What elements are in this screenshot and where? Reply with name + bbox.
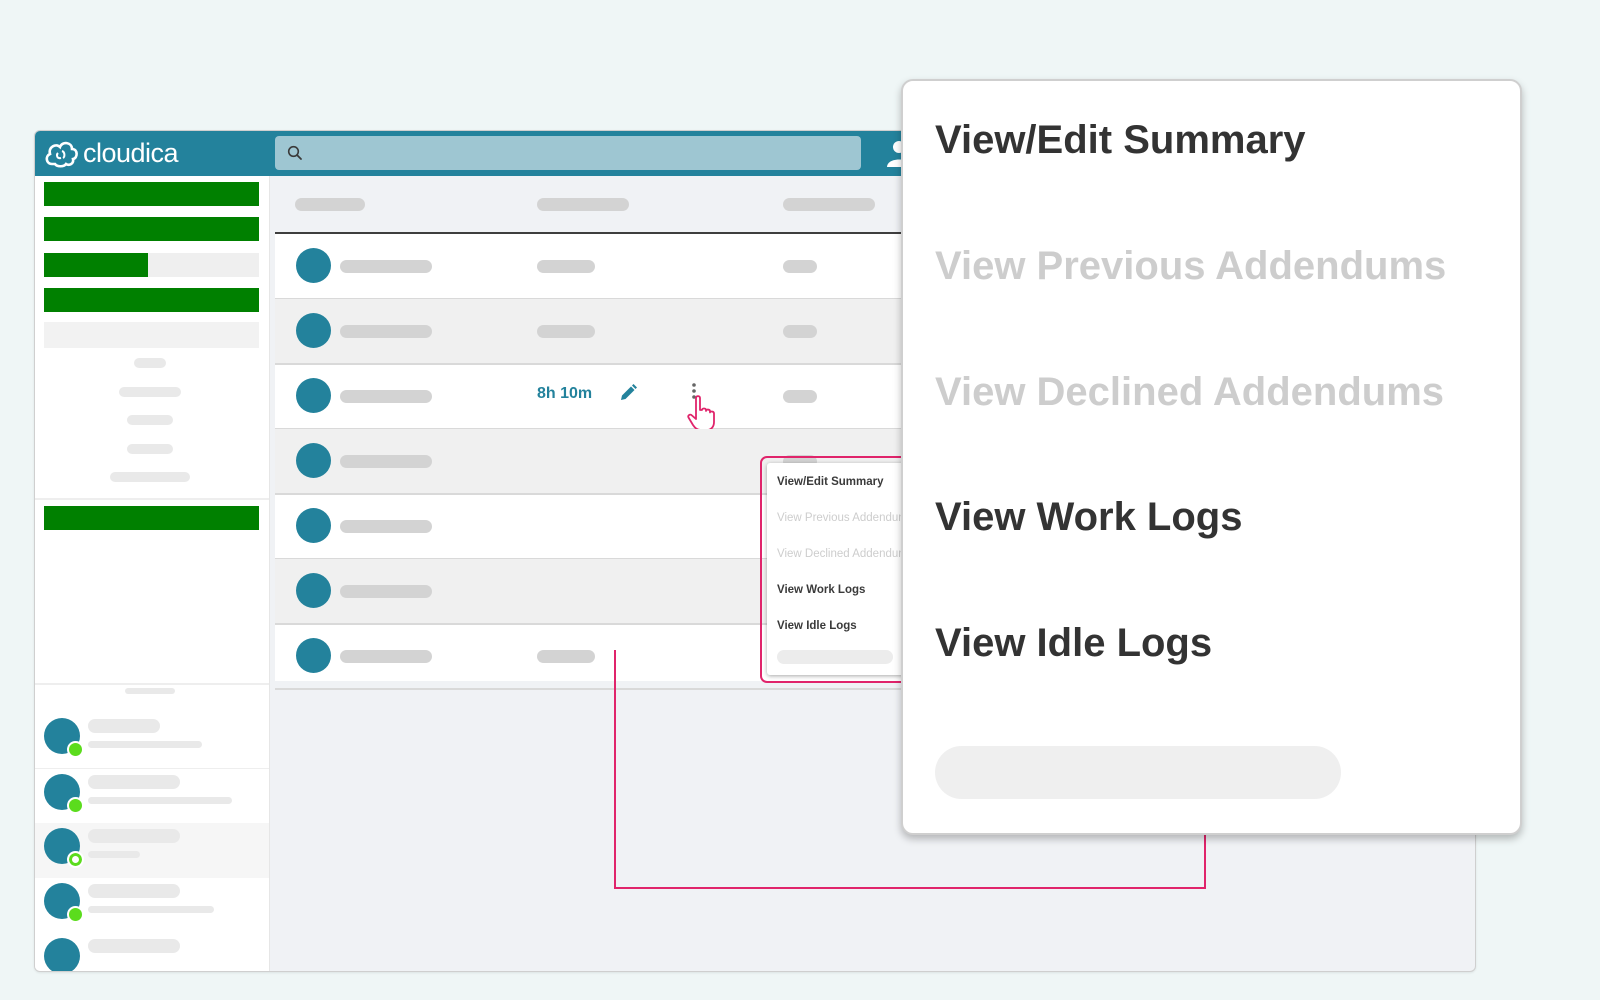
contact-name <box>88 884 180 898</box>
table-row[interactable] <box>275 234 905 300</box>
contact-status <box>88 906 214 913</box>
column-header[interactable] <box>783 198 875 211</box>
zoomed-actions-menu: View/Edit Summary View Previous Addendum… <box>901 79 1522 835</box>
contact-item[interactable] <box>35 878 269 933</box>
contact-item[interactable] <box>35 713 269 768</box>
zoom-item-view-previous-addendums: View Previous Addendums <box>935 244 1447 288</box>
search-icon <box>287 145 302 160</box>
sidebar-link[interactable] <box>127 444 173 454</box>
menu-item-view-declined-addendums: View Declined Addendums <box>777 548 914 560</box>
zoom-item-view-declined-addendums: View Declined Addendums <box>935 370 1445 414</box>
contact-item[interactable] <box>35 768 269 824</box>
cell-time <box>537 260 595 273</box>
cell-value <box>783 390 817 403</box>
avatar <box>296 638 331 673</box>
contact-status <box>88 741 202 748</box>
cell-value <box>783 260 817 273</box>
edit-icon[interactable] <box>618 383 638 403</box>
sidebar-item[interactable] <box>44 182 259 206</box>
cell-name <box>340 520 432 533</box>
sidebar <box>35 176 270 971</box>
cell-name <box>340 260 432 273</box>
cell-time <box>537 325 595 338</box>
cell-value <box>783 325 817 338</box>
connector-line <box>614 650 616 889</box>
contact-status <box>88 797 232 804</box>
sidebar-item[interactable] <box>44 322 259 348</box>
time-value: 8h 10m <box>537 385 593 402</box>
menu-item-view-edit-summary[interactable]: View/Edit Summary <box>777 476 884 488</box>
connector-line <box>614 887 1206 889</box>
menu-item-view-previous-addendums: View Previous Addendums <box>777 512 914 524</box>
avatar <box>296 573 331 608</box>
avatar <box>296 248 331 283</box>
sidebar-item[interactable] <box>44 217 259 241</box>
status-dot-icon <box>67 851 84 868</box>
sidebar-progress-fill <box>44 253 148 277</box>
column-header[interactable] <box>537 198 629 211</box>
table-header <box>275 176 905 234</box>
avatar <box>296 443 331 478</box>
cell-time <box>537 650 595 663</box>
zoom-item-placeholder <box>935 746 1341 799</box>
contact-name <box>88 775 180 789</box>
contact-name <box>88 939 180 953</box>
cloud-logo-icon <box>45 141 78 168</box>
logo-text: cloudica <box>83 137 179 168</box>
table-row-active[interactable]: 8h 10m <box>275 364 905 431</box>
menu-item-view-idle-logs[interactable]: View Idle Logs <box>777 620 857 632</box>
pointer-hand-icon <box>687 395 715 431</box>
avatar <box>296 378 331 413</box>
sidebar-link[interactable] <box>119 387 181 397</box>
status-dot-icon <box>67 797 84 814</box>
cell-name <box>340 325 432 338</box>
cell-name <box>340 650 432 663</box>
sidebar-link[interactable] <box>127 415 173 425</box>
zoom-item-view-edit-summary[interactable]: View/Edit Summary <box>935 118 1306 163</box>
sidebar-item[interactable] <box>44 506 259 530</box>
menu-item-view-work-logs[interactable]: View Work Logs <box>777 584 865 596</box>
column-header[interactable] <box>295 198 365 211</box>
divider <box>35 683 269 685</box>
avatar <box>296 508 331 543</box>
avatar <box>296 313 331 348</box>
contact-name <box>88 719 160 733</box>
sidebar-link[interactable] <box>110 472 190 482</box>
zoom-item-view-work-logs[interactable]: View Work Logs <box>935 495 1242 540</box>
sidebar-link[interactable] <box>134 358 166 368</box>
menu-item-placeholder <box>777 650 893 664</box>
cell-name <box>340 585 432 598</box>
status-dot-icon <box>67 741 84 758</box>
logo[interactable]: cloudica <box>43 135 179 171</box>
contact-status <box>88 851 140 858</box>
divider <box>35 498 269 500</box>
cell-name <box>340 390 432 403</box>
contact-item[interactable] <box>35 823 269 878</box>
contact-item[interactable] <box>35 933 269 971</box>
avatar <box>44 938 80 971</box>
status-dot-icon <box>67 906 84 923</box>
sidebar-item[interactable] <box>44 288 259 312</box>
zoom-item-view-idle-logs[interactable]: View Idle Logs <box>935 621 1212 666</box>
contact-name <box>88 829 180 843</box>
search-input[interactable] <box>275 136 861 170</box>
cell-name <box>340 455 432 468</box>
section-handle <box>125 688 175 694</box>
table-row[interactable] <box>275 299 905 365</box>
data-table: 8h 10m View/Edit Summary View Previous A… <box>275 176 952 690</box>
